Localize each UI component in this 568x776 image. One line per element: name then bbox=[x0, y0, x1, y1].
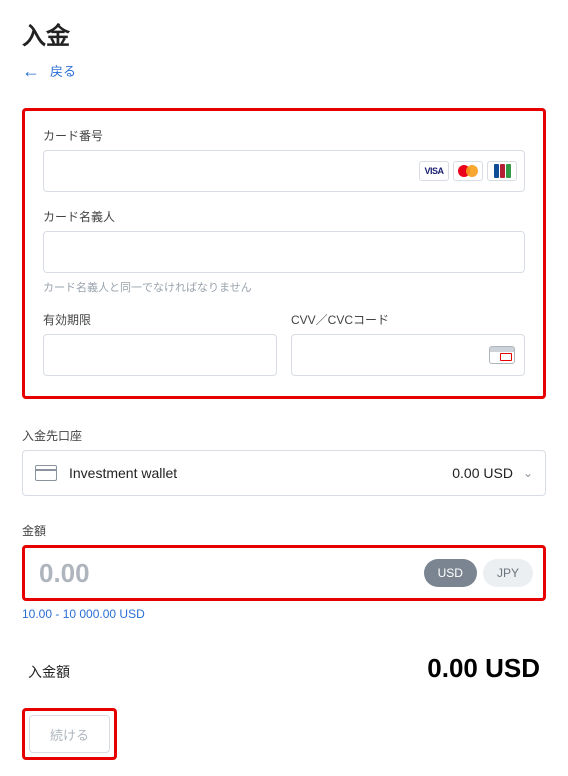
card-holder-helper: カード名義人と同一でなければなりません bbox=[43, 279, 525, 295]
currency-toggle: USD JPY bbox=[424, 559, 533, 587]
card-brand-icons: VISA bbox=[419, 161, 517, 181]
amount-section-label: 金額 bbox=[22, 522, 546, 539]
currency-jpy-button[interactable]: JPY bbox=[483, 559, 533, 587]
account-balance: 0.00 USD bbox=[452, 465, 513, 481]
currency-usd-button[interactable]: USD bbox=[424, 559, 477, 587]
summary-value: 0.00 USD bbox=[427, 653, 540, 684]
expiry-label: 有効期限 bbox=[43, 311, 277, 328]
back-arrow-icon: ← bbox=[22, 62, 40, 80]
card-number-label: カード番号 bbox=[43, 127, 525, 144]
jcb-icon bbox=[487, 161, 517, 181]
amount-input[interactable] bbox=[39, 558, 424, 589]
cvv-label: CVV／CVCコード bbox=[291, 311, 525, 328]
chevron-down-icon: ⌄ bbox=[523, 466, 533, 480]
back-label: 戻る bbox=[50, 61, 76, 80]
visa-icon: VISA bbox=[419, 161, 449, 181]
wallet-icon bbox=[35, 465, 57, 481]
continue-button[interactable]: 続ける bbox=[29, 715, 110, 753]
card-holder-label: カード名義人 bbox=[43, 208, 525, 225]
cvv-card-icon bbox=[489, 346, 515, 364]
mastercard-icon bbox=[453, 161, 483, 181]
summary-row: 入金額 0.00 USD bbox=[22, 653, 546, 684]
account-name: Investment wallet bbox=[69, 465, 452, 481]
back-link[interactable]: ← 戻る bbox=[22, 61, 76, 80]
amount-panel: USD JPY bbox=[22, 545, 546, 601]
card-details-panel: カード番号 VISA カード名義人 カード名義人と同一でなければなりません 有効… bbox=[22, 108, 546, 399]
account-select[interactable]: Investment wallet 0.00 USD ⌄ bbox=[22, 450, 546, 496]
card-holder-input[interactable] bbox=[43, 231, 525, 273]
continue-highlight: 続ける bbox=[22, 708, 117, 760]
page-title: 入金 bbox=[22, 16, 546, 51]
account-section-label: 入金先口座 bbox=[22, 427, 546, 444]
expiry-input[interactable] bbox=[43, 334, 277, 376]
summary-label: 入金額 bbox=[28, 662, 70, 682]
amount-range: 10.00 - 10 000.00 USD bbox=[22, 607, 546, 621]
